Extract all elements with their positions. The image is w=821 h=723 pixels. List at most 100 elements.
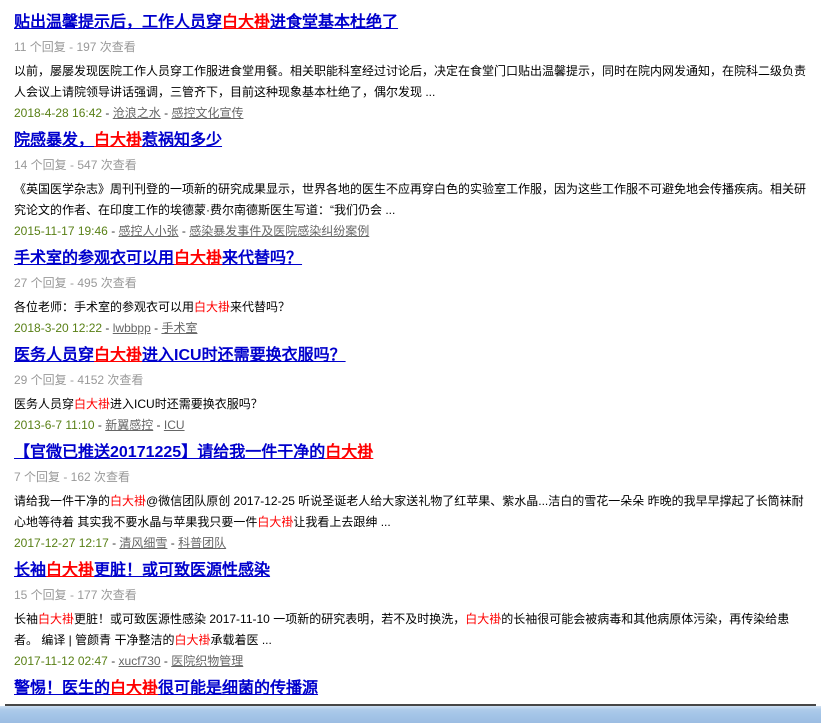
result-date: 2017-12-27 12:17 [14, 536, 109, 550]
result-title: 院感暴发，白大褂惹祸知多少 [14, 131, 807, 151]
separator: - [102, 321, 113, 335]
result-forum-link[interactable]: 感控文化宣传 [171, 106, 243, 120]
result-footer: 2018-4-28 16:42 - 沧浪之水 - 感控文化宣传 [14, 106, 807, 121]
result-author-link[interactable]: 沧浪之水 [113, 106, 161, 120]
highlighted-keyword: 白大褂 [94, 132, 142, 149]
search-result-item: 警惕！医生的白大褂很可能是细菌的传播源 [14, 679, 807, 699]
highlighted-keyword: 白大褂 [174, 250, 222, 267]
separator: - [108, 224, 119, 238]
result-title: 手术室的参观衣可以用白大褂来代替吗？ [14, 249, 807, 269]
highlighted-keyword: 白大褂 [174, 633, 210, 647]
result-footer: 2018-3-20 12:22 - lwbbpp - 手术室 [14, 321, 807, 336]
highlighted-keyword: 白大褂 [110, 494, 146, 508]
text-segment: 承载着医 ... [210, 633, 271, 647]
separator: - [153, 418, 164, 432]
text-segment: 长袖 [14, 562, 46, 579]
highlighted-keyword: 白大褂 [194, 300, 230, 314]
result-date: 2013-6-7 11:10 [14, 418, 95, 432]
text-segment: 手术室的参观衣可以用 [14, 250, 174, 267]
result-date: 2015-11-17 19:46 [14, 224, 108, 238]
highlighted-keyword: 白大褂 [325, 444, 373, 461]
text-segment: 各位老师：手术室的参观衣可以用 [14, 300, 194, 314]
search-result-item: 【官微已推送20171225】请给我一件干净的白大褂 7 个回复 - 162 次… [14, 443, 807, 551]
text-segment: 惹祸知多少 [142, 132, 222, 149]
result-forum-link[interactable]: 科普团队 [178, 536, 226, 550]
text-segment: 《英国医学杂志》周刊刊登的一项新的研究成果显示，世界各地的医生不应再穿白色的实验… [14, 182, 806, 217]
separator: - [109, 536, 120, 550]
search-results-page: 贴出温馨提示后，工作人员穿白大褂进食堂基本杜绝了 11 个回复 - 197 次查… [0, 0, 821, 704]
window-bottom-frame [0, 706, 821, 723]
text-segment: 更脏！或可致医源性感染 [94, 562, 270, 579]
text-segment: 很可能是细菌的传播源 [158, 680, 318, 697]
highlighted-keyword: 白大褂 [222, 14, 270, 31]
separator: - [161, 106, 172, 120]
separator: - [161, 654, 172, 668]
result-title: 警惕！医生的白大褂很可能是细菌的传播源 [14, 679, 807, 699]
search-result-item: 医务人员穿白大褂进入ICU时还需要换衣服吗？ 29 个回复 - 4152 次查看… [14, 346, 807, 433]
text-segment: 医务人员穿 [14, 397, 74, 411]
highlighted-keyword: 白大褂 [110, 680, 158, 697]
result-meta: 7 个回复 - 162 次查看 [14, 470, 807, 485]
text-segment: 长袖 [14, 612, 38, 626]
text-segment: 进入ICU时还需要换衣服吗？ [142, 347, 346, 364]
highlighted-keyword: 白大褂 [465, 612, 501, 626]
result-meta: 29 个回复 - 4152 次查看 [14, 373, 807, 388]
text-segment: 医务人员穿 [14, 347, 94, 364]
result-title-link[interactable]: 医务人员穿白大褂进入ICU时还需要换衣服吗？ [14, 347, 346, 364]
browser-window: 贴出温馨提示后，工作人员穿白大褂进食堂基本杜绝了 11 个回复 - 197 次查… [0, 0, 821, 723]
result-footer: 2015-11-17 19:46 - 感控人小张 - 感染暴发事件及医院感染纠纷… [14, 224, 807, 239]
search-result-item: 手术室的参观衣可以用白大褂来代替吗？ 27 个回复 - 495 次查看 各位老师… [14, 249, 807, 336]
result-footer: 2013-6-7 11:10 - 新翼感控 - ICU [14, 418, 807, 433]
result-date: 2018-3-20 12:22 [14, 321, 102, 335]
result-title-link[interactable]: 手术室的参观衣可以用白大褂来代替吗？ [14, 250, 302, 267]
separator: - [179, 224, 190, 238]
highlighted-keyword: 白大褂 [74, 397, 110, 411]
text-segment: 进入ICU时还需要换衣服吗？ [110, 397, 263, 411]
separator: - [167, 536, 178, 550]
result-author-link[interactable]: xucf730 [119, 654, 161, 668]
text-segment: 以前，屡屡发现医院工作人员穿工作服进食堂用餐。相关职能科室经过讨论后，决定在食堂… [14, 64, 806, 99]
result-title-link[interactable]: 贴出温馨提示后，工作人员穿白大褂进食堂基本杜绝了 [14, 14, 398, 31]
text-segment: 来代替吗？ [222, 250, 302, 267]
result-title: 长袖白大褂更脏！或可致医源性感染 [14, 561, 807, 581]
result-forum-link[interactable]: 感染暴发事件及医院感染纠纷案例 [189, 224, 369, 238]
result-title-link[interactable]: 【官微已推送20171225】请给我一件干净的白大褂 [14, 444, 373, 461]
text-segment: 【官微已推送20171225】请给我一件干净的 [14, 444, 325, 461]
text-segment: 更脏！或可致医源性感染 2017-11-10 一项新的研究表明，若不及时换洗， [74, 612, 465, 626]
result-forum-link[interactable]: ICU [164, 418, 185, 432]
separator: - [95, 418, 106, 432]
result-forum-link[interactable]: 医院织物管理 [171, 654, 243, 668]
highlighted-keyword: 白大褂 [94, 347, 142, 364]
result-meta: 14 个回复 - 547 次查看 [14, 158, 807, 173]
text-segment: 贴出温馨提示后，工作人员穿 [14, 14, 222, 31]
result-title-link[interactable]: 院感暴发，白大褂惹祸知多少 [14, 132, 222, 149]
search-result-item: 长袖白大褂更脏！或可致医源性感染 15 个回复 - 177 次查看 长袖白大褂更… [14, 561, 807, 669]
result-forum-link[interactable]: 手术室 [161, 321, 197, 335]
result-snippet: 《英国医学杂志》周刊刊登的一项新的研究成果显示，世界各地的医生不应再穿白色的实验… [14, 179, 807, 221]
result-author-link[interactable]: 清风细雪 [119, 536, 167, 550]
highlighted-keyword: 白大褂 [46, 562, 94, 579]
result-footer: 2017-12-27 12:17 - 清风细雪 - 科普团队 [14, 536, 807, 551]
result-snippet: 请给我一件干净的白大褂@微信团队原创 2017-12-25 听说圣诞老人给大家送… [14, 491, 807, 533]
text-segment: 警惕！医生的 [14, 680, 110, 697]
result-snippet: 长袖白大褂更脏！或可致医源性感染 2017-11-10 一项新的研究表明，若不及… [14, 609, 807, 651]
separator: - [108, 654, 119, 668]
result-footer: 2017-11-12 02:47 - xucf730 - 医院织物管理 [14, 654, 807, 669]
result-meta: 11 个回复 - 197 次查看 [14, 40, 807, 55]
result-title: 【官微已推送20171225】请给我一件干净的白大褂 [14, 443, 807, 463]
result-author-link[interactable]: 新翼感控 [105, 418, 153, 432]
text-segment: 院感暴发， [14, 132, 94, 149]
result-author-link[interactable]: 感控人小张 [119, 224, 179, 238]
result-date: 2017-11-12 02:47 [14, 654, 108, 668]
result-title-link[interactable]: 警惕！医生的白大褂很可能是细菌的传播源 [14, 680, 318, 697]
result-snippet: 医务人员穿白大褂进入ICU时还需要换衣服吗？ [14, 394, 807, 415]
search-result-item: 院感暴发，白大褂惹祸知多少 14 个回复 - 547 次查看 《英国医学杂志》周… [14, 131, 807, 239]
result-title-link[interactable]: 长袖白大褂更脏！或可致医源性感染 [14, 562, 270, 579]
text-segment: 让我看上去跟绅 ... [293, 515, 390, 529]
text-segment: 进食堂基本杜绝了 [270, 14, 398, 31]
result-snippet: 各位老师：手术室的参观衣可以用白大褂来代替吗？ [14, 297, 807, 318]
separator: - [102, 106, 113, 120]
result-meta: 15 个回复 - 177 次查看 [14, 588, 807, 603]
search-results-list: 贴出温馨提示后，工作人员穿白大褂进食堂基本杜绝了 11 个回复 - 197 次查… [14, 13, 807, 699]
result-author-link[interactable]: lwbbpp [113, 321, 151, 335]
